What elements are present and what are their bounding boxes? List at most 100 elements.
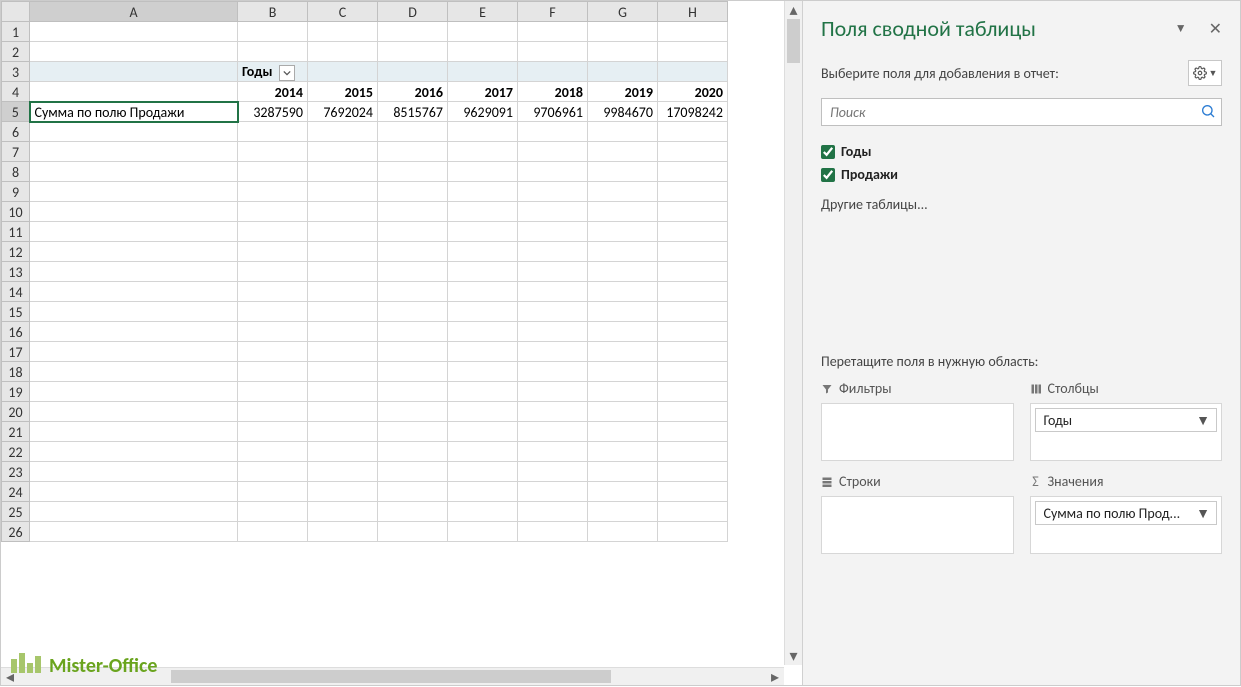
cell[interactable] (518, 422, 588, 442)
cell[interactable] (378, 502, 448, 522)
row-header[interactable]: 20 (2, 402, 30, 422)
cell[interactable] (448, 62, 518, 82)
cell[interactable] (518, 322, 588, 342)
cell[interactable] (30, 202, 238, 222)
row-header[interactable]: 4 (2, 82, 30, 102)
cell[interactable] (378, 522, 448, 542)
cell[interactable] (378, 142, 448, 162)
cell[interactable] (378, 342, 448, 362)
cell[interactable] (448, 482, 518, 502)
cell[interactable] (588, 462, 658, 482)
cell[interactable] (378, 362, 448, 382)
cell[interactable] (448, 462, 518, 482)
cell[interactable]: 2020 (658, 82, 728, 102)
cell[interactable] (308, 362, 378, 382)
cell[interactable] (658, 262, 728, 282)
cell[interactable] (588, 202, 658, 222)
cell[interactable] (658, 122, 728, 142)
column-header[interactable]: G (588, 2, 658, 22)
row-header[interactable]: 21 (2, 422, 30, 442)
row-header[interactable]: 5 (2, 102, 30, 122)
cell[interactable] (30, 322, 238, 342)
cell[interactable] (588, 122, 658, 142)
cell[interactable] (308, 442, 378, 462)
cell[interactable] (518, 382, 588, 402)
cell[interactable] (448, 282, 518, 302)
cell[interactable] (30, 82, 238, 102)
cell[interactable] (448, 302, 518, 322)
cell[interactable]: 9629091 (448, 102, 518, 122)
cell[interactable] (378, 162, 448, 182)
cell[interactable] (518, 122, 588, 142)
column-header[interactable]: F (518, 2, 588, 22)
cell[interactable] (308, 342, 378, 362)
columns-well[interactable]: Годы ▼ (1030, 403, 1223, 461)
column-header[interactable]: E (448, 2, 518, 22)
cell[interactable] (658, 142, 728, 162)
other-tables-link[interactable]: Другие таблицы... (821, 196, 1222, 213)
cell[interactable]: 2019 (588, 82, 658, 102)
cell[interactable] (378, 382, 448, 402)
cell[interactable] (238, 142, 308, 162)
cell[interactable] (658, 402, 728, 422)
cell[interactable] (658, 162, 728, 182)
cell[interactable] (658, 222, 728, 242)
cell[interactable] (30, 402, 238, 422)
cell[interactable] (448, 382, 518, 402)
cell[interactable] (588, 302, 658, 322)
field-item-sales[interactable]: Продажи (821, 163, 1222, 186)
cell[interactable] (238, 122, 308, 142)
cell[interactable]: 2014 (238, 82, 308, 102)
cell[interactable]: 9984670 (588, 102, 658, 122)
vertical-scroll-thumb[interactable] (787, 19, 800, 63)
cell[interactable] (448, 162, 518, 182)
cell[interactable] (238, 362, 308, 382)
cell[interactable] (378, 442, 448, 462)
cell[interactable] (658, 522, 728, 542)
cell[interactable] (378, 422, 448, 442)
cell[interactable] (378, 22, 448, 42)
cell[interactable]: 8515767 (378, 102, 448, 122)
value-tag[interactable]: Сумма по полю Прод... ▼ (1035, 501, 1218, 525)
cell[interactable] (308, 402, 378, 422)
cell[interactable] (588, 62, 658, 82)
cell[interactable] (308, 142, 378, 162)
cell[interactable] (448, 22, 518, 42)
cell[interactable]: Сумма по полю Продажи (30, 102, 238, 122)
cell[interactable] (30, 42, 238, 62)
cell[interactable] (308, 242, 378, 262)
cell[interactable] (658, 302, 728, 322)
cell[interactable] (448, 222, 518, 242)
cell[interactable] (588, 522, 658, 542)
cell[interactable] (30, 142, 238, 162)
cell[interactable] (588, 422, 658, 442)
values-well[interactable]: Сумма по полю Прод... ▼ (1030, 496, 1223, 554)
cell[interactable] (518, 442, 588, 462)
cell[interactable] (588, 182, 658, 202)
cell[interactable] (30, 502, 238, 522)
cell[interactable] (30, 362, 238, 382)
cell[interactable] (238, 242, 308, 262)
row-header[interactable]: 17 (2, 342, 30, 362)
rows-well[interactable] (821, 496, 1014, 554)
cell[interactable] (658, 42, 728, 62)
column-header[interactable]: A (30, 2, 238, 22)
cell[interactable] (658, 442, 728, 462)
row-header[interactable]: 19 (2, 382, 30, 402)
cell[interactable] (658, 182, 728, 202)
cell[interactable] (30, 522, 238, 542)
cell[interactable] (448, 262, 518, 282)
cell[interactable] (588, 142, 658, 162)
cell[interactable] (30, 22, 238, 42)
cell[interactable] (518, 522, 588, 542)
cell[interactable] (308, 382, 378, 402)
cell[interactable] (588, 482, 658, 502)
cell[interactable]: 7692024 (308, 102, 378, 122)
column-header[interactable]: D (378, 2, 448, 22)
cell[interactable] (238, 42, 308, 62)
cell[interactable] (518, 142, 588, 162)
cell[interactable] (658, 342, 728, 362)
cell[interactable] (378, 122, 448, 142)
cell[interactable] (238, 342, 308, 362)
cell[interactable] (308, 182, 378, 202)
